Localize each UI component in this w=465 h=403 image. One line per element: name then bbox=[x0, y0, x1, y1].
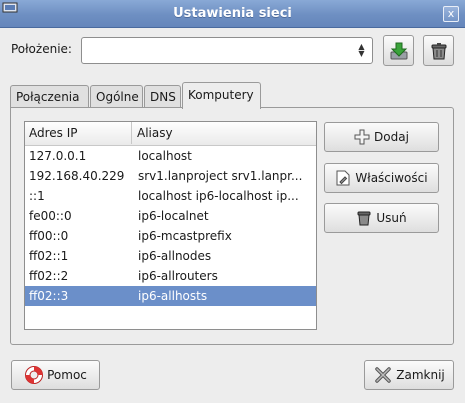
cell-alias: ip6-localnet bbox=[138, 209, 209, 223]
cell-ip: ff00::0 bbox=[29, 229, 69, 243]
hosts-table[interactable]: Adres IP Aliasy 127.0.0.1 localhost 192.1… bbox=[24, 121, 317, 330]
table-row[interactable]: 192.168.40.229 srv1.lanproject srv1.lanpr… bbox=[25, 166, 316, 186]
delete-location-button[interactable] bbox=[423, 35, 454, 66]
table-row-selected[interactable]: ff02::3 ip6-allhosts bbox=[25, 286, 316, 306]
location-combobox[interactable]: ▲ ▼ bbox=[81, 37, 373, 64]
remove-host-button[interactable]: Usuń bbox=[324, 203, 439, 233]
location-label: Położenie: bbox=[11, 42, 72, 56]
add-host-button[interactable]: Dodaj bbox=[324, 122, 439, 152]
cell-ip: ff02::2 bbox=[29, 269, 69, 283]
table-row[interactable]: 127.0.0.1 localhost bbox=[25, 146, 316, 166]
cell-ip: fe00::0 bbox=[29, 209, 72, 223]
close-dialog-button[interactable]: Zamknij bbox=[364, 360, 454, 390]
help-label: Pomoc bbox=[47, 368, 87, 382]
save-location-button[interactable] bbox=[383, 35, 414, 66]
window-close-button[interactable]: x bbox=[443, 6, 459, 22]
add-icon bbox=[354, 129, 370, 144]
table-row[interactable]: ff02::1 ip6-allnodes bbox=[25, 246, 316, 266]
window-title: Ustawienia sieci bbox=[173, 6, 292, 21]
column-header-alias[interactable]: Aliasy bbox=[133, 122, 316, 144]
remove-host-label: Usuń bbox=[376, 211, 407, 225]
help-button[interactable]: Pomoc bbox=[11, 360, 100, 390]
table-row[interactable]: fe00::0 ip6-localnet bbox=[25, 206, 316, 226]
cell-alias: localhost ip6-localhost ip... bbox=[138, 189, 299, 203]
tab-dns[interactable]: DNS bbox=[144, 85, 181, 108]
cell-ip: ff02::1 bbox=[29, 249, 69, 263]
cell-ip: ff02::3 bbox=[29, 289, 69, 303]
tab-hosts[interactable]: Komputery bbox=[182, 82, 261, 109]
add-host-label: Dodaj bbox=[374, 130, 409, 144]
cell-alias: ip6-allhosts bbox=[138, 289, 208, 303]
combo-arrows-icon: ▲ ▼ bbox=[358, 42, 365, 58]
table-row[interactable]: ff00::0 ip6-mcastprefix bbox=[25, 226, 316, 246]
delete-location-icon bbox=[431, 43, 447, 60]
cell-alias: ip6-allrouters bbox=[138, 269, 218, 283]
properties-icon bbox=[336, 170, 350, 185]
column-header-ip[interactable]: Adres IP bbox=[25, 122, 132, 144]
cell-ip: 127.0.0.1 bbox=[29, 149, 87, 163]
cell-alias: ip6-mcastprefix bbox=[138, 229, 232, 243]
window-titlebar: Ustawienia sieci x bbox=[0, 0, 465, 28]
tab-general[interactable]: Ogólne bbox=[90, 85, 143, 108]
tab-connections[interactable]: Połączenia bbox=[10, 85, 89, 108]
cell-ip: 192.168.40.229 bbox=[29, 169, 125, 183]
cell-ip: ::1 bbox=[29, 189, 45, 203]
lifebuoy-help-icon bbox=[25, 365, 44, 384]
table-row[interactable]: ::1 localhost ip6-localhost ip... bbox=[25, 186, 316, 206]
cell-alias: ip6-allnodes bbox=[138, 249, 212, 263]
save-location-icon bbox=[390, 42, 408, 60]
host-properties-label: Właściwości bbox=[355, 171, 428, 185]
delete-icon bbox=[357, 211, 371, 225]
table-row[interactable]: ff02::2 ip6-allrouters bbox=[25, 266, 316, 286]
hosts-table-header: Adres IP Aliasy bbox=[25, 122, 316, 146]
host-properties-button[interactable]: Właściwości bbox=[324, 163, 439, 193]
close-icon: x bbox=[447, 7, 455, 20]
close-dialog-label: Zamknij bbox=[396, 368, 445, 382]
close-x-icon bbox=[375, 366, 391, 383]
cell-alias: localhost bbox=[138, 149, 192, 163]
cell-alias: srv1.lanproject srv1.lanpr... bbox=[138, 169, 303, 183]
